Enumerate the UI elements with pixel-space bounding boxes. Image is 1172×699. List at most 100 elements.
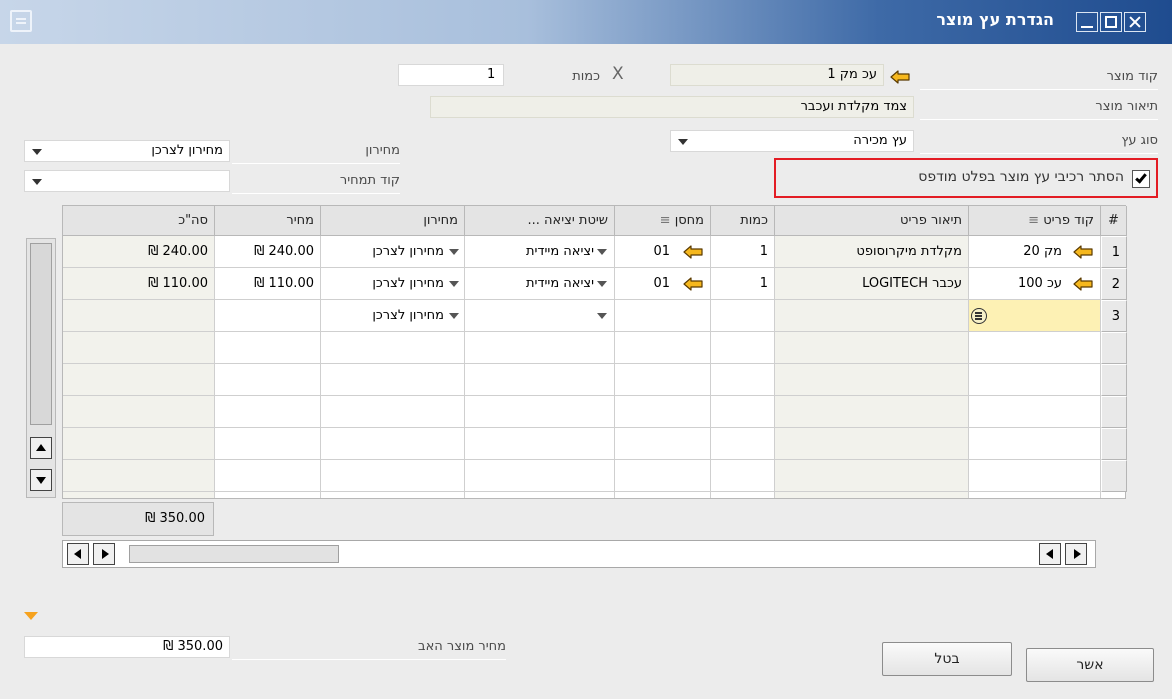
row-selector[interactable] xyxy=(1101,460,1127,492)
scroll-down-button[interactable] xyxy=(30,469,52,491)
product-code-field[interactable]: עכ מק 1 xyxy=(670,64,884,86)
parent-price-field[interactable]: ₪ 350.00 xyxy=(24,636,230,658)
window-menu-icon[interactable] xyxy=(10,10,32,32)
cell-price-list[interactable]: מחירון לצרכן xyxy=(321,268,465,300)
expand-toggle-icon[interactable] xyxy=(24,612,38,620)
col-header-price-list[interactable]: מחירון xyxy=(321,206,465,236)
col-header-item-desc[interactable]: תיאור פריט xyxy=(775,206,969,236)
grid-vertical-scrollbar[interactable] xyxy=(26,238,56,498)
col-header-total[interactable]: סה"כ xyxy=(63,206,215,236)
arrow-up-icon xyxy=(36,444,46,451)
product-desc-field[interactable]: צמד מקלדת ועכבר xyxy=(430,96,914,118)
row-selector[interactable] xyxy=(1101,428,1127,460)
issue-method-dropdown-icon[interactable] xyxy=(597,281,607,287)
product-code-label: קוד מוצר xyxy=(920,66,1158,90)
scroll-right-button[interactable] xyxy=(93,543,115,565)
price-code-label: קוד תמחיר xyxy=(232,170,400,194)
price-list-label: מחירון xyxy=(232,140,400,164)
price-list-dropdown-icon[interactable] xyxy=(449,281,459,287)
row-selector[interactable] xyxy=(1101,364,1127,396)
row-number[interactable]: 1 xyxy=(1101,236,1127,268)
arrow-down-icon xyxy=(36,477,46,484)
filter-icon[interactable]: ≡ xyxy=(1028,213,1039,228)
parent-price-label: מחיר מוצר האב xyxy=(232,636,506,660)
cell-price-list[interactable]: מחירון לצרכן xyxy=(321,236,465,268)
title-bar[interactable]: הגדרת עץ מוצר xyxy=(0,0,1172,44)
tree-type-select[interactable]: עץ מכירה xyxy=(670,130,914,152)
cell-item-desc[interactable] xyxy=(775,300,969,332)
cell-price-list[interactable]: מחירון לצרכן xyxy=(321,300,465,332)
cancel-button[interactable]: בטל xyxy=(882,642,1012,676)
col-header-price[interactable]: מחיר xyxy=(215,206,321,236)
warehouse-link-arrow-icon[interactable] xyxy=(683,245,703,259)
scroll-up-button[interactable] xyxy=(30,437,52,459)
minimize-icon[interactable] xyxy=(1076,12,1098,32)
arrow-right-icon xyxy=(1074,549,1081,559)
item-link-arrow-icon[interactable] xyxy=(1073,277,1093,291)
vertical-scroll-thumb[interactable] xyxy=(30,243,52,425)
cell-price[interactable]: ₪ 110.00 xyxy=(215,268,321,300)
price-code-dropdown-icon[interactable] xyxy=(32,179,42,185)
arrow-left-icon xyxy=(74,549,81,559)
window-title: הגדרת עץ מוצר xyxy=(936,10,1054,29)
row-selector[interactable] xyxy=(1101,396,1127,428)
quantity-field[interactable]: 1 xyxy=(398,64,504,86)
warehouse-link-arrow-icon[interactable] xyxy=(683,277,703,291)
cell-quantity[interactable]: 1 xyxy=(711,236,775,268)
components-grid[interactable]: # קוד פריט ≡ תיאור פריט כמות מחסן ≡ שיטת… xyxy=(62,205,1127,499)
list-choose-icon[interactable] xyxy=(971,308,987,324)
col-header-issue-method[interactable]: שיטת יציאה ... xyxy=(465,206,615,236)
grid-grand-total: ₪ 350.00 xyxy=(62,502,214,536)
cell-quantity[interactable]: 1 xyxy=(711,268,775,300)
issue-method-dropdown-icon[interactable] xyxy=(597,313,607,319)
maximize-icon[interactable] xyxy=(1100,12,1122,32)
tree-type-label: סוג עץ xyxy=(920,130,1158,154)
ok-button[interactable]: אשר xyxy=(1026,648,1154,682)
cell-price[interactable]: ₪ 240.00 xyxy=(215,236,321,268)
cell-price[interactable] xyxy=(215,300,321,332)
cell-item-desc[interactable]: עכבר LOGITECH xyxy=(775,268,969,300)
arrow-left-icon xyxy=(1046,549,1053,559)
price-list-dropdown-icon[interactable] xyxy=(32,149,42,155)
price-list-dropdown-icon[interactable] xyxy=(449,313,459,319)
price-code-select[interactable] xyxy=(24,170,230,192)
checkmark-icon xyxy=(1135,171,1147,184)
issue-method-dropdown-icon[interactable] xyxy=(597,249,607,255)
cell-total: ₪ 240.00 xyxy=(63,236,215,268)
cell-issue-method[interactable]: יציאה מיידית xyxy=(465,268,615,300)
hide-components-label[interactable]: הסתר רכיבי עץ מוצר בפלט מודפס xyxy=(918,169,1124,185)
cell-item-code-active[interactable] xyxy=(969,300,1101,332)
quantity-label: כמות xyxy=(572,69,600,84)
scroll-left-button[interactable] xyxy=(67,543,89,565)
filter-icon[interactable]: ≡ xyxy=(660,213,671,228)
col-header-row-number[interactable]: # xyxy=(1101,206,1127,236)
scroll-left-button-end[interactable] xyxy=(1039,543,1061,565)
row-number[interactable]: 2 xyxy=(1101,268,1127,300)
close-icon[interactable] xyxy=(1124,12,1146,32)
col-header-quantity[interactable]: כמות xyxy=(711,206,775,236)
product-code-link-arrow-icon[interactable] xyxy=(890,70,910,84)
price-list-value: מחירון לצרכן xyxy=(151,143,223,158)
row-number[interactable]: 3 xyxy=(1101,300,1127,332)
cell-quantity[interactable] xyxy=(711,300,775,332)
col-header-item-code[interactable]: קוד פריט ≡ xyxy=(969,206,1101,236)
cell-warehouse[interactable] xyxy=(615,300,711,332)
cell-total: ₪ 110.00 xyxy=(63,268,215,300)
price-list-dropdown-icon[interactable] xyxy=(449,249,459,255)
cell-total xyxy=(63,300,215,332)
hide-components-checkbox[interactable] xyxy=(1132,170,1150,188)
scroll-right-button-end[interactable] xyxy=(1065,543,1087,565)
arrow-right-icon xyxy=(102,549,109,559)
cell-issue-method[interactable] xyxy=(465,300,615,332)
tree-type-dropdown-icon[interactable] xyxy=(678,139,688,145)
price-list-select[interactable]: מחירון לצרכן xyxy=(24,140,230,162)
cell-issue-method[interactable]: יציאה מיידית xyxy=(465,236,615,268)
horizontal-scroll-thumb[interactable] xyxy=(129,545,339,563)
row-selector[interactable] xyxy=(1101,332,1127,364)
cell-item-desc[interactable]: מקלדת מיקרוסופט xyxy=(775,236,969,268)
tree-type-value: עץ מכירה xyxy=(853,133,907,148)
col-header-warehouse[interactable]: מחסן ≡ xyxy=(615,206,711,236)
item-link-arrow-icon[interactable] xyxy=(1073,245,1093,259)
product-desc-label: תיאור מוצר xyxy=(920,96,1158,120)
grid-horizontal-scrollbar[interactable] xyxy=(62,540,1096,568)
